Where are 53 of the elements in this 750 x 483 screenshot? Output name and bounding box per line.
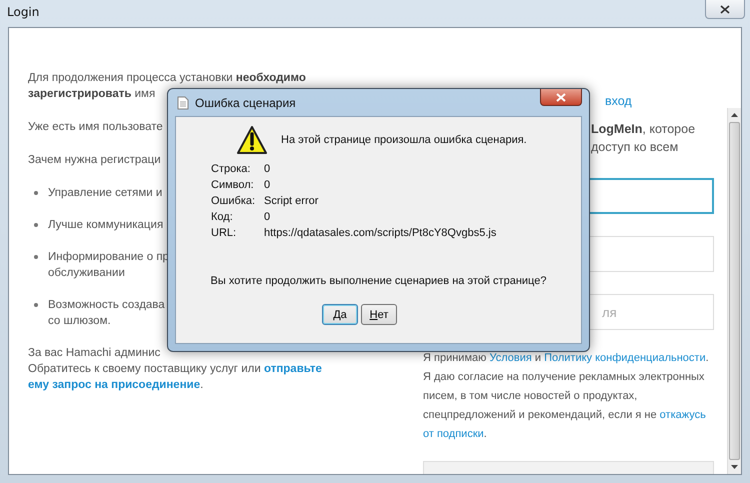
account-text: Уже есть имя пользовате <box>28 120 163 135</box>
admin-text: Обратитесь к своему поставщику услуг или <box>28 363 261 375</box>
scrollbar[interactable] <box>727 108 741 474</box>
request-link[interactable]: отправьте <box>264 363 322 375</box>
detail-value: 0 <box>264 163 272 176</box>
why-text: Зачем нужна регистраци <box>28 153 161 168</box>
dialog-title: Ошибка сценария <box>195 96 296 110</box>
scroll-down-icon[interactable] <box>731 465 738 469</box>
detail-value: https://qdatasales.com/scripts/Pt8cY8Qvgbs5.js <box>264 227 498 240</box>
consent-text: Я даю согласие на получение рекламных электронных писем, в том числе новостей о продуктах, спецпредложений и рекомендаций, если я не откажусь от подписки. <box>423 370 707 442</box>
benefit-text: Возможность создава <box>48 298 165 313</box>
detail-label: Ошибка: <box>211 195 256 208</box>
dialog-button[interactable]: Нет <box>361 304 397 325</box>
detail-label: Символ: <box>211 179 255 192</box>
bullet-icon <box>34 191 38 195</box>
period-text: . <box>200 379 204 391</box>
terms-link[interactable]: откажусь <box>660 409 706 421</box>
close-icon <box>720 4 730 14</box>
benefit-text: со шлюзом. <box>48 314 111 329</box>
terms-link[interactable]: Политику конфиденциальности <box>544 352 706 364</box>
benefit-text: обслуживании <box>48 266 125 281</box>
question-text: Вы хотите продолжить выполнение сценариев на этой странице? <box>210 275 548 287</box>
detail-label: Код: <box>211 211 234 224</box>
document-icon <box>177 96 189 110</box>
terms-link[interactable]: Условия <box>489 352 532 364</box>
detail-value: 0 <box>264 211 272 224</box>
close-icon <box>556 92 566 102</box>
warning-icon <box>236 125 268 155</box>
close-button[interactable] <box>540 89 582 106</box>
scroll-up-icon[interactable] <box>731 113 738 117</box>
consent-text: Я принимаю Условия и Политику конфиденциальности. <box>423 351 710 366</box>
terms-link[interactable]: от подписки <box>423 428 484 440</box>
bullet-icon <box>34 223 38 227</box>
window-title: Login <box>7 5 40 19</box>
detail-label: URL: <box>211 227 238 240</box>
bullet-icon <box>34 255 38 259</box>
detail-value: 0 <box>264 179 272 192</box>
admin-text: За вас Hamachi админис <box>28 346 160 361</box>
scroll-thumb[interactable] <box>729 122 740 460</box>
dialog-button[interactable]: Да <box>322 304 358 325</box>
bullet-icon <box>34 303 38 307</box>
login-link[interactable]: вход <box>605 94 632 108</box>
intro-text: зарегистрировать имя <box>28 87 156 102</box>
benefit-text: Управление сетями и <box>48 186 162 201</box>
about-text: доступ ко всем <box>591 139 678 156</box>
detail-value: Script error <box>264 195 320 208</box>
about-text: LogMeIn, которое <box>591 121 696 138</box>
error-message: На этой странице произошла ошибка сценария. <box>281 134 527 146</box>
detail-label: Строка: <box>211 163 252 176</box>
close-button[interactable] <box>705 0 745 19</box>
intro-text: Для продолжения процесса установки необходимо <box>28 71 306 86</box>
request-link[interactable]: ему запрос на присоединение <box>28 379 200 391</box>
benefit-text: Лучше коммуникация <box>48 218 164 233</box>
